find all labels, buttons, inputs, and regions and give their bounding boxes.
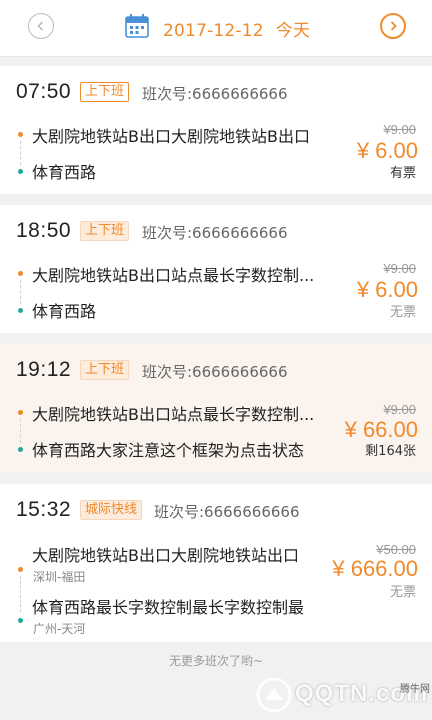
- ticket-availability: 剩164张: [365, 444, 416, 459]
- bus-number: 班次号:6666666666: [142, 224, 288, 242]
- origin-dot-icon: [18, 410, 23, 415]
- ticket-availability: 有票: [389, 166, 416, 181]
- origin-dot-icon: [18, 567, 23, 572]
- origin-dot-icon: [18, 132, 23, 137]
- route-line: [20, 419, 21, 443]
- trip-card[interactable]: 18:50 上下班 班次号:6666666666 大剧院地铁站B出口站点最长字数…: [0, 205, 432, 333]
- original-price: ¥50.00: [376, 542, 416, 557]
- destination-dot-icon: [18, 447, 23, 452]
- date-value: 2017-12-12: [163, 21, 264, 41]
- destination-dot-icon: [18, 308, 23, 313]
- original-price: ¥9.00: [383, 261, 416, 276]
- ticket-price: ¥ 6.00: [356, 277, 418, 302]
- destination-stop: 体育西路大家注意这个框架为点击状态: [32, 441, 305, 460]
- origin-stop: 大剧院地铁站B出口站点最长字数控制...: [32, 405, 315, 424]
- site-watermark: QQTN.com 腾牛网: [255, 676, 432, 720]
- qqtn-logo-icon: [256, 677, 292, 713]
- origin-stop: 大剧院地铁站B出口大剧院地铁站出口: [32, 546, 299, 565]
- watermark-subtext: 腾牛网: [400, 684, 430, 695]
- route-line: [20, 576, 21, 612]
- destination-dot-icon: [18, 169, 23, 174]
- day-label: 今天: [275, 21, 311, 41]
- ticket-price: ¥ 666.00: [332, 556, 418, 581]
- no-more-trips-text: 无更多班次了哟~: [168, 654, 264, 668]
- departure-time: 07:50: [16, 80, 72, 103]
- destination-dot-icon: [18, 618, 23, 623]
- date-header: 2017-12-12 今天: [0, 0, 432, 57]
- ticket-price: ¥ 6.00: [356, 138, 418, 163]
- bus-number: 班次号:6666666666: [154, 503, 300, 521]
- ticket-availability: 无票: [389, 305, 416, 320]
- trip-card[interactable]: 19:12 上下班 班次号:6666666666 大剧院地铁站B出口站点最长字数…: [0, 344, 432, 472]
- prev-day-button[interactable]: [28, 13, 54, 39]
- departure-time: 15:32: [16, 498, 72, 521]
- calendar-icon[interactable]: [124, 13, 150, 39]
- trip-type-tag: 上下班: [80, 82, 130, 102]
- trip-type-tag: 上下班: [80, 221, 130, 241]
- original-price: ¥9.00: [383, 122, 416, 137]
- selected-date[interactable]: 2017-12-12 今天: [163, 16, 322, 41]
- destination-stop: 体育西路: [32, 163, 97, 182]
- chevron-left-icon: [37, 21, 44, 31]
- bus-number: 班次号:6666666666: [142, 363, 288, 381]
- route-line: [20, 280, 21, 304]
- origin-area: 深圳-福田: [33, 570, 86, 584]
- origin-stop: 大剧院地铁站B出口大剧院地铁站B出口: [32, 127, 310, 146]
- trip-type-tag: 城际快线: [80, 500, 143, 520]
- departure-time: 18:50: [16, 219, 72, 242]
- chevron-right-icon: [390, 21, 397, 31]
- bus-number: 班次号:6666666666: [142, 85, 288, 103]
- origin-dot-icon: [18, 271, 23, 276]
- destination-stop: 体育西路最长字数控制最长字数控制最: [32, 598, 305, 617]
- original-price: ¥9.00: [383, 402, 416, 417]
- destination-area: 广州-天河: [33, 622, 86, 636]
- origin-stop: 大剧院地铁站B出口站点最长字数控制...: [32, 266, 315, 285]
- trip-card[interactable]: 15:32 城际快线 班次号:6666666666 大剧院地铁站B出口大剧院地铁…: [0, 484, 432, 642]
- trip-type-tag: 上下班: [80, 360, 130, 380]
- trip-card[interactable]: 07:50 上下班 班次号:6666666666 大剧院地铁站B出口大剧院地铁站…: [0, 66, 432, 194]
- route-line: [20, 141, 21, 165]
- destination-stop: 体育西路: [32, 302, 97, 321]
- ticket-availability: 无票: [389, 585, 416, 600]
- departure-time: 19:12: [16, 358, 72, 381]
- next-day-button[interactable]: [380, 13, 406, 39]
